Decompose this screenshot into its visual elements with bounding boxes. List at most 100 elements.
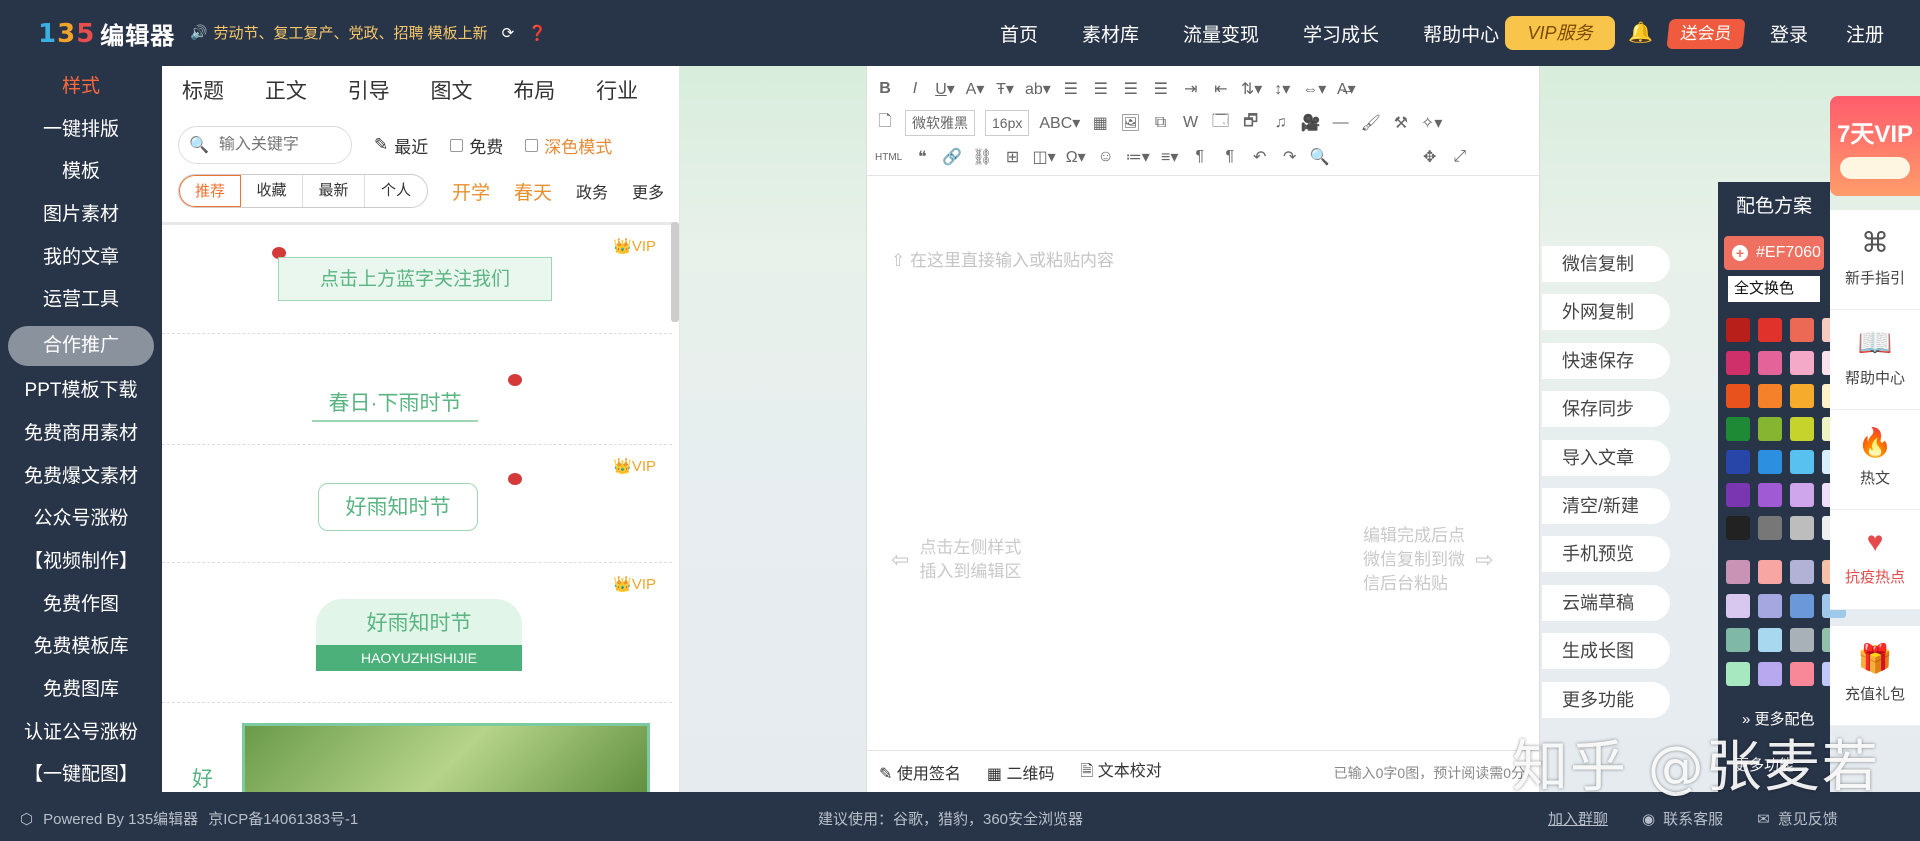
- undo-icon[interactable]: ↶: [1250, 147, 1270, 167]
- color-scope-select[interactable]: 全文换色: [1728, 276, 1820, 302]
- color-swatch[interactable]: [1758, 483, 1782, 507]
- color-swatch[interactable]: [1758, 516, 1782, 540]
- tag-school[interactable]: 开学: [452, 178, 490, 205]
- sidebar-item-partnership[interactable]: 合作推广: [8, 326, 154, 367]
- plus-icon[interactable]: +: [1732, 245, 1748, 261]
- import-article-button[interactable]: 导入文章: [1542, 439, 1670, 476]
- tag-more[interactable]: 更多: [632, 179, 664, 203]
- align-left-icon[interactable]: ☰: [1061, 79, 1081, 99]
- divider-icon[interactable]: —: [1331, 114, 1351, 132]
- sidebar-item-gallery[interactable]: 免费图库: [0, 669, 162, 712]
- frame-icon[interactable]: ◫▾: [1033, 147, 1056, 167]
- color-swatch[interactable]: [1726, 662, 1750, 686]
- color-swatch[interactable]: [1790, 318, 1814, 342]
- color-swatch[interactable]: [1790, 483, 1814, 507]
- sidebar-item-templates[interactable]: 模板: [0, 151, 162, 194]
- underline-icon[interactable]: U▾: [935, 79, 955, 99]
- wechat-copy-button[interactable]: 微信复制: [1542, 246, 1670, 282]
- indent-icon[interactable]: ⇥: [1181, 79, 1201, 99]
- seg-latest[interactable]: 最新: [303, 175, 365, 207]
- template-item[interactable]: 春日·下雨时节: [162, 334, 672, 445]
- picture-icon[interactable]: 🗔: [1211, 110, 1231, 137]
- seg-recommended[interactable]: 推荐: [179, 175, 241, 207]
- feedback-link[interactable]: ✉ 意见反馈: [1757, 808, 1838, 829]
- color-swatch[interactable]: [1790, 594, 1814, 618]
- external-copy-button[interactable]: 外网复制: [1542, 294, 1670, 331]
- bell-icon[interactable]: 🔔: [1628, 20, 1653, 45]
- sidebar-item-ppt[interactable]: PPT模板下载: [0, 370, 162, 413]
- italic-icon[interactable]: I: [905, 80, 925, 98]
- free-checkbox[interactable]: 免费: [450, 133, 503, 158]
- redo-icon[interactable]: ↷: [1280, 147, 1300, 167]
- sidebar-item-verified[interactable]: 认证公号涨粉: [0, 712, 162, 755]
- sidebar-item-video[interactable]: 【视频制作】: [0, 541, 162, 584]
- music-icon[interactable]: ♫: [1271, 114, 1291, 132]
- clear-format-icon[interactable]: A̶▾: [1336, 79, 1356, 99]
- table-icon[interactable]: ▦: [1090, 113, 1110, 133]
- format-brush-icon[interactable]: ⚒: [1391, 113, 1411, 133]
- color-swatch[interactable]: [1758, 384, 1782, 408]
- find-icon[interactable]: 🔍: [1310, 147, 1330, 167]
- template-item[interactable]: 👑VIP 点击上方蓝字关注我们: [162, 225, 672, 334]
- question-icon[interactable]: ❓: [528, 24, 547, 42]
- recent-filter[interactable]: ✎ 最近: [374, 133, 428, 158]
- color-swatch[interactable]: [1726, 351, 1750, 375]
- tab-image-text[interactable]: 图文: [430, 75, 513, 105]
- font-size-select[interactable]: 16px: [985, 110, 1030, 136]
- ltr-icon[interactable]: ¶: [1190, 148, 1210, 166]
- paragraph-spacing-icon[interactable]: ↕▾: [1272, 79, 1292, 99]
- letter-spacing-icon[interactable]: ⇔▾: [1302, 79, 1326, 99]
- highlight-icon[interactable]: ab▾: [1025, 79, 1051, 99]
- vip7-banner[interactable]: 7天VIP: [1830, 96, 1920, 196]
- color-swatch[interactable]: [1726, 417, 1750, 441]
- video-icon[interactable]: 🎥: [1301, 113, 1321, 133]
- color-swatch[interactable]: [1790, 628, 1814, 652]
- rail-item-hot[interactable]: 🔥 热文: [1830, 410, 1920, 510]
- align-justify-icon[interactable]: ☰: [1151, 79, 1171, 99]
- unlink-icon[interactable]: ⛓: [972, 147, 992, 167]
- sidebar-item-auto-layout[interactable]: 一键排版: [0, 109, 162, 152]
- color-swatch[interactable]: [1790, 384, 1814, 408]
- symbol-icon[interactable]: Ω▾: [1066, 147, 1086, 167]
- mobile-preview-button[interactable]: 手机预览: [1542, 536, 1670, 573]
- multi-image-icon[interactable]: 🗗: [1241, 110, 1261, 137]
- save-sync-button[interactable]: 保存同步: [1542, 391, 1670, 428]
- line-height-icon[interactable]: ⇅▾: [1241, 79, 1262, 99]
- align-right-icon[interactable]: ☰: [1121, 79, 1141, 99]
- more-functions-button[interactable]: 更多功能: [1542, 681, 1670, 718]
- signature-button[interactable]: ✎ 使用签名: [879, 760, 961, 784]
- new-doc-icon[interactable]: 🗋: [875, 110, 895, 137]
- proofread-button[interactable]: 🗎 文本校对: [1080, 757, 1161, 787]
- font-color-icon[interactable]: A▾: [965, 79, 985, 99]
- sidebar-item-images[interactable]: 图片素材: [0, 194, 162, 237]
- color-swatch[interactable]: [1726, 483, 1750, 507]
- qrcode-button[interactable]: ▦ 二维码: [987, 760, 1055, 784]
- nav-home[interactable]: 首页: [1000, 20, 1038, 47]
- color-swatch[interactable]: [1726, 594, 1750, 618]
- align-center-icon[interactable]: ☰: [1091, 79, 1111, 99]
- vip-service-button[interactable]: VIP服务: [1505, 16, 1615, 50]
- template-scrollbar[interactable]: [671, 222, 679, 322]
- color-swatch[interactable]: [1726, 384, 1750, 408]
- quick-save-button[interactable]: 快速保存: [1542, 342, 1670, 379]
- tab-title[interactable]: 标题: [182, 75, 265, 105]
- icp-number[interactable]: 京ICP备14061383号-1: [208, 808, 358, 829]
- template-item[interactable]: 好: [162, 703, 672, 792]
- rtl-icon[interactable]: ¶: [1220, 148, 1240, 166]
- color-swatch[interactable]: [1758, 594, 1782, 618]
- clear-new-button[interactable]: 清空/新建: [1542, 487, 1670, 524]
- rail-item-guide[interactable]: ⌘ 新手指引: [1830, 210, 1920, 310]
- sidebar-item-styles[interactable]: 样式: [0, 66, 162, 109]
- color-swatch[interactable]: [1758, 417, 1782, 441]
- color-swatch[interactable]: [1726, 560, 1750, 584]
- join-group-link[interactable]: 加入群聊: [1548, 808, 1608, 829]
- spellcheck-icon[interactable]: ABC▾: [1039, 113, 1080, 133]
- outdent-icon[interactable]: ⇤: [1211, 79, 1231, 99]
- image-icon[interactable]: 🖼: [1120, 113, 1140, 133]
- ordered-list-icon[interactable]: ≔▾: [1126, 147, 1150, 167]
- bold-icon[interactable]: B: [875, 80, 895, 98]
- sidebar-item-design[interactable]: 免费作图: [0, 584, 162, 627]
- color-swatch[interactable]: [1790, 662, 1814, 686]
- fullscreen-icon[interactable]: ⤢: [1450, 148, 1470, 166]
- nav-traffic[interactable]: 流量变现: [1183, 20, 1259, 47]
